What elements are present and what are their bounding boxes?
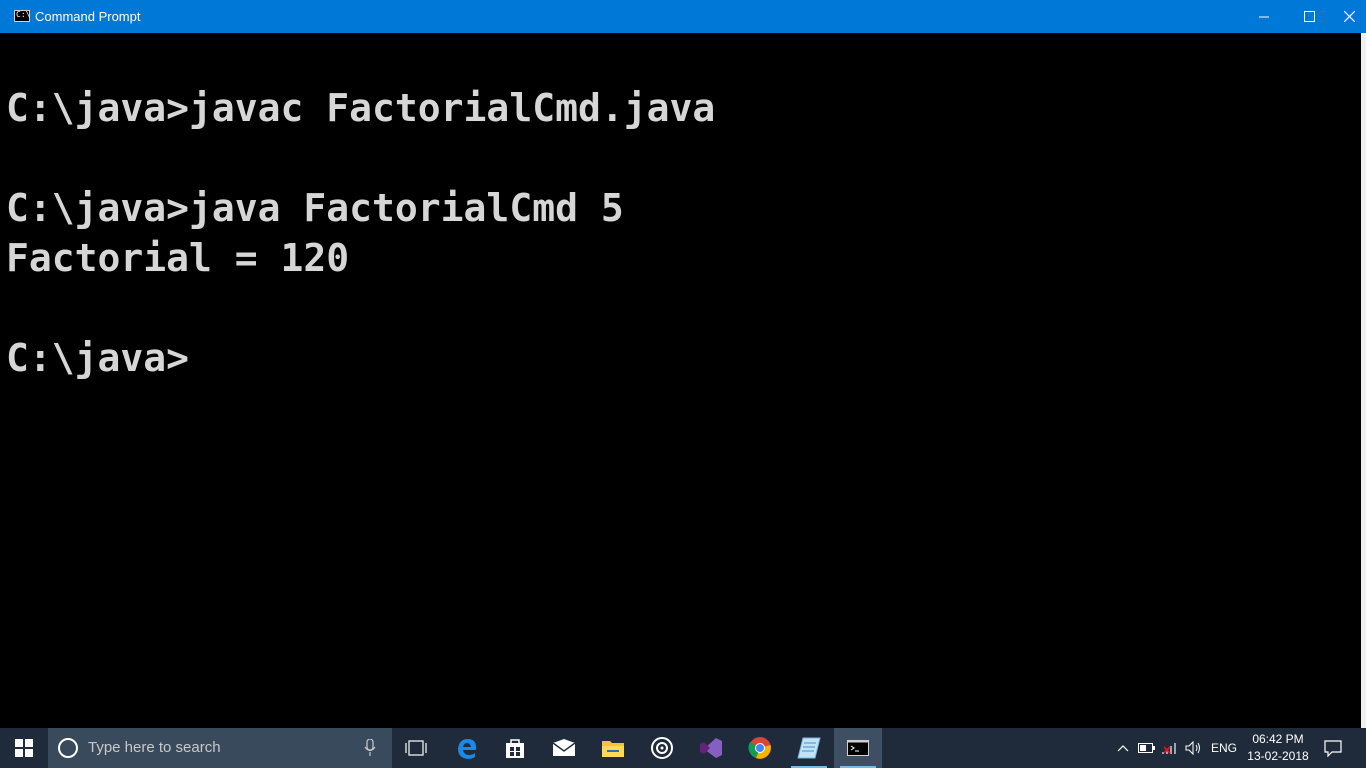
chevron-up-icon <box>1117 745 1129 752</box>
cmd-icon: C:\ <box>14 10 30 22</box>
store-button[interactable] <box>491 728 539 768</box>
console-line: C:\java>java FactorialCmd 5 <box>6 186 624 230</box>
network-status[interactable] <box>1159 728 1181 768</box>
show-hidden-icons-button[interactable] <box>1112 728 1134 768</box>
chrome-button[interactable] <box>736 728 784 768</box>
mail-button[interactable] <box>540 728 588 768</box>
store-icon <box>506 739 524 758</box>
edge-button[interactable] <box>443 728 491 768</box>
notepad-button[interactable] <box>785 728 833 768</box>
groove-music-icon <box>651 737 673 759</box>
microphone-icon[interactable] <box>364 739 376 757</box>
action-center-button[interactable] <box>1316 728 1350 768</box>
notepad-icon <box>797 737 821 759</box>
start-button[interactable] <box>0 728 48 768</box>
search-placeholder: Type here to search <box>88 739 221 756</box>
cmd-taskbar-button[interactable] <box>834 728 882 768</box>
task-view-icon <box>405 740 427 756</box>
network-icon <box>1162 743 1176 754</box>
cortana-icon <box>58 738 78 758</box>
cmd-icon <box>847 740 869 756</box>
task-view-button[interactable] <box>392 728 440 768</box>
clock-time: 06:42 PM <box>1252 732 1304 746</box>
vertical-scrollbar[interactable] <box>1361 33 1366 728</box>
minimize-button[interactable] <box>1241 0 1287 33</box>
file-explorer-button[interactable] <box>589 728 637 768</box>
battery-icon <box>1138 743 1155 753</box>
maximize-icon <box>1303 11 1315 22</box>
groove-music-button[interactable] <box>638 728 686 768</box>
title-bar[interactable]: C:\ Command Prompt <box>0 0 1366 33</box>
volume-icon <box>1185 740 1200 756</box>
battery-status[interactable] <box>1136 728 1158 768</box>
window-title: Command Prompt <box>35 9 141 24</box>
volume-control[interactable] <box>1182 728 1206 768</box>
close-icon <box>1343 11 1355 22</box>
maximize-button[interactable] <box>1286 0 1332 33</box>
visual-studio-icon <box>700 738 722 758</box>
windows-start-icon <box>15 739 33 757</box>
console-line: Factorial = 120 <box>6 236 350 280</box>
search-box[interactable]: Type here to search <box>48 728 392 768</box>
taskbar: Type here to search ENG 06:42 PM 13-02-2… <box>0 728 1366 768</box>
clock[interactable]: 06:42 PM 13-02-2018 <box>1244 728 1312 768</box>
console-output[interactable]: C:\java>javac FactorialCmd.java C:\java>… <box>4 33 1361 728</box>
mail-icon <box>552 739 576 756</box>
clock-date: 13-02-2018 <box>1247 749 1309 763</box>
close-button[interactable] <box>1332 0 1366 33</box>
minimize-icon <box>1259 16 1269 17</box>
console-prompt: C:\java> <box>6 336 190 380</box>
language-indicator[interactable]: ENG <box>1207 728 1241 768</box>
console-line: C:\java>javac FactorialCmd.java <box>6 86 716 130</box>
file-explorer-icon <box>602 741 624 757</box>
notification-icon <box>1324 739 1342 757</box>
visual-studio-button[interactable] <box>687 728 735 768</box>
edge-icon <box>458 739 477 759</box>
chrome-icon <box>748 737 771 759</box>
